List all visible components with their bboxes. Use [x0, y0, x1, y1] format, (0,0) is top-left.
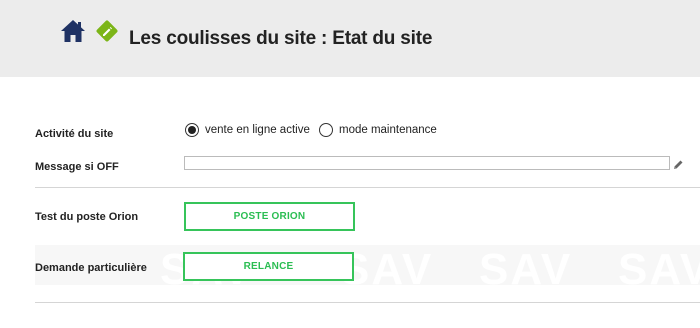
relance-button[interactable]: RELANCE — [183, 252, 354, 281]
radio-maintenance-control[interactable] — [319, 123, 333, 137]
radio-online-sales[interactable]: vente en ligne active — [185, 123, 310, 137]
home-icon[interactable] — [60, 19, 86, 43]
radio-online-sales-control[interactable] — [185, 123, 199, 137]
message-label: Message si OFF — [35, 161, 119, 173]
message-off-input[interactable] — [184, 156, 670, 170]
orion-label: Test du poste Orion — [35, 211, 139, 223]
page-header: Les coulisses du site : Etat du site — [0, 0, 700, 77]
divider — [35, 302, 700, 303]
page-title: Les coulisses du site : Etat du site — [129, 28, 433, 49]
pencil-icon[interactable] — [673, 157, 684, 169]
divider — [35, 187, 700, 188]
watermark-text: SAV — [618, 245, 700, 285]
request-label: Demande particulière — [35, 262, 147, 274]
edit-diamond-icon — [94, 18, 120, 44]
poste-orion-button[interactable]: POSTE ORION — [184, 202, 355, 231]
radio-maintenance[interactable]: mode maintenance — [319, 123, 437, 137]
radio-maintenance-label: mode maintenance — [339, 124, 437, 136]
watermark-text: SAV — [479, 245, 573, 285]
radio-online-sales-label: vente en ligne active — [205, 124, 310, 136]
activity-label: Activité du site — [35, 128, 114, 140]
